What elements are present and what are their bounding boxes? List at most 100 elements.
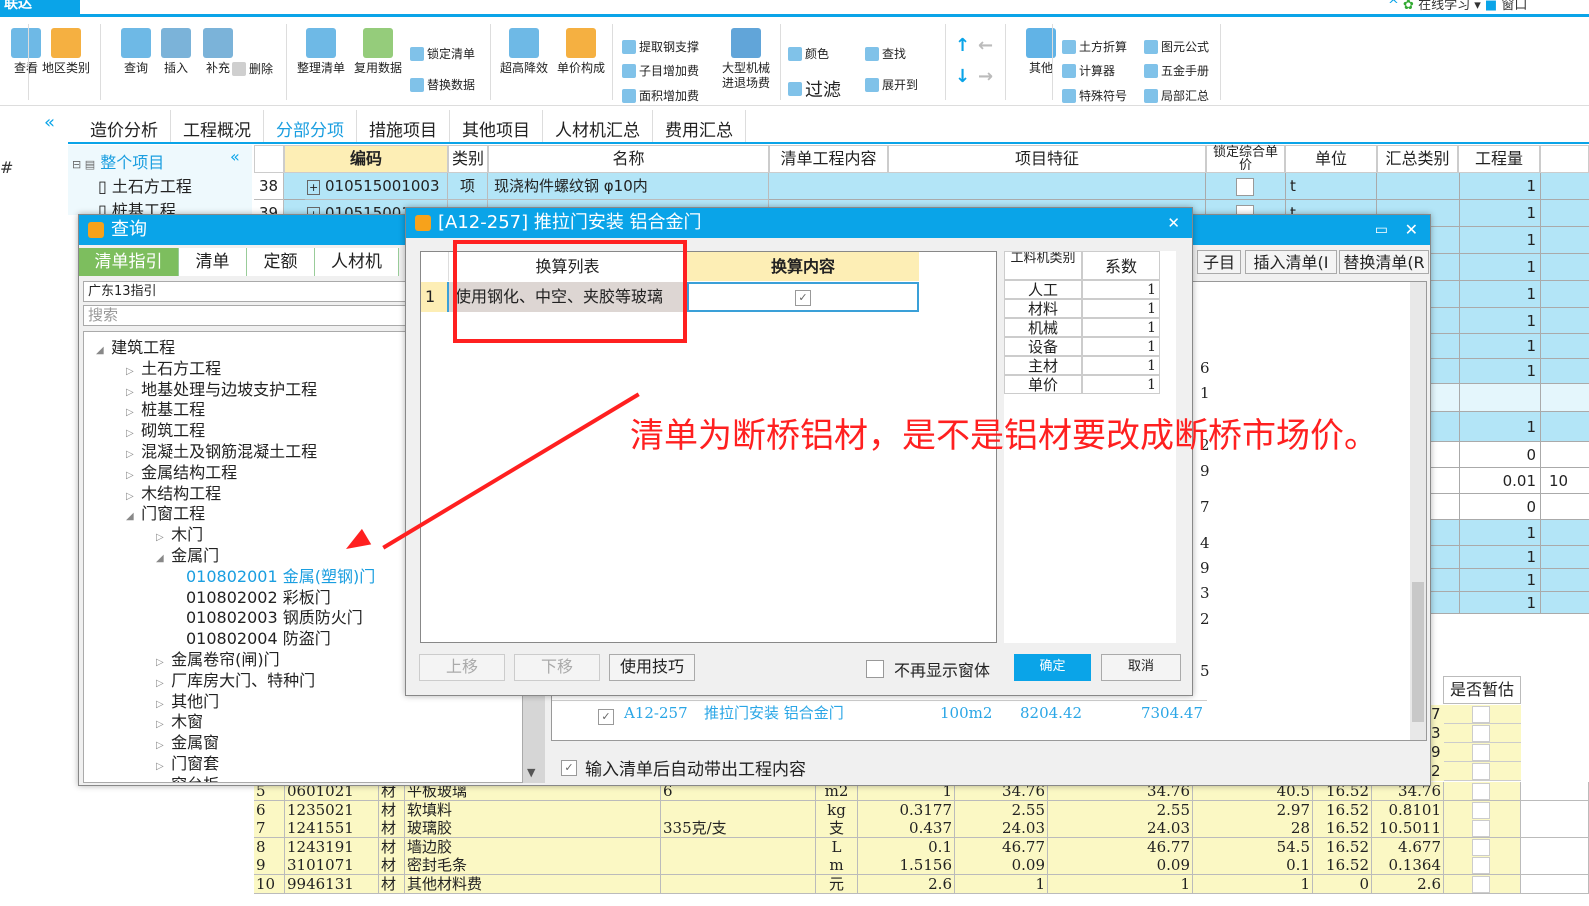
code-cell[interactable]: + 010515001003 [305, 173, 448, 200]
replace-list-button[interactable]: 替换清单(R [1339, 250, 1429, 274]
grid-header-8[interactable]: 工程量 [1458, 145, 1540, 173]
move-down-icon[interactable]: ↓ [955, 66, 970, 87]
cancel-button[interactable]: 取消 [1101, 654, 1181, 681]
ribbon-12-button[interactable]: 提取钢支撑 [622, 38, 699, 55]
scroll-down-icon[interactable]: ▼ [527, 766, 535, 779]
quantity-cell[interactable] [1459, 384, 1541, 412]
no-show-checkbox[interactable] [866, 660, 884, 678]
estimate-checkbox[interactable] [1472, 783, 1490, 800]
tab-quota[interactable]: 定额 [247, 248, 315, 276]
maximize-icon[interactable]: ▭ [1375, 215, 1388, 245]
tab-2[interactable]: 分部分项 [264, 110, 357, 142]
tab-1[interactable]: 工程概况 [171, 110, 264, 142]
ribbon-15-button[interactable]: 大型机械 进退场费 [720, 28, 772, 91]
table-row[interactable]: 10 9946131 材其他材料费元 2.6 1 1 1 0 2.6 [0, 875, 1589, 894]
expand-icon[interactable]: ◢ [156, 553, 166, 564]
scrollbar-thumb[interactable] [1412, 582, 1424, 722]
expand-icon[interactable]: ◢ [126, 511, 136, 522]
ribbon-20-button[interactable]: 其他 [1015, 28, 1067, 76]
move-up-button[interactable]: 上移 [419, 654, 505, 681]
coef-value[interactable]: 1 [1082, 337, 1160, 356]
coef-value[interactable]: 1 [1082, 299, 1160, 318]
quantity-cell[interactable]: 1 [1459, 308, 1541, 334]
estimate-checkbox[interactable] [1472, 744, 1490, 761]
coef-value[interactable]: 1 [1082, 280, 1160, 299]
ribbon-21-button[interactable]: 土方折算 [1062, 38, 1127, 55]
quantity-cell[interactable]: 1 [1459, 227, 1541, 254]
conversion-checkbox[interactable]: ✓ [795, 290, 811, 306]
grid-header--1[interactable] [1540, 145, 1589, 173]
grid-header-2[interactable]: 名称 [488, 145, 769, 173]
tab-list[interactable]: 清单 [179, 248, 247, 276]
auto-content-option[interactable]: ✓ 输入清单后自动带出工程内容 [561, 755, 806, 780]
move-left-icon[interactable]: ← [978, 35, 993, 56]
quantity-cell[interactable]: 0 [1459, 442, 1541, 468]
grid-header-3[interactable]: 清单工程内容 [769, 145, 888, 173]
quantity-cell[interactable]: 1 [1459, 200, 1541, 227]
ok-button[interactable]: 确定 [1014, 654, 1091, 681]
quantity-cell[interactable]: 1 [1459, 254, 1541, 281]
move-up-icon[interactable]: ↑ [955, 35, 970, 56]
ribbon-7-button[interactable]: 复用数据 [352, 28, 404, 76]
coef-value[interactable]: 1 [1082, 318, 1160, 337]
ribbon-19-button[interactable]: 展开到 [865, 76, 918, 93]
app-menu-tab[interactable]: 联达 [0, 0, 80, 17]
estimate-checkbox[interactable] [1472, 801, 1490, 819]
grid-header-4[interactable]: 项目特征 [888, 145, 1206, 173]
tree-node[interactable]: ▷ 窗台板 [156, 771, 219, 783]
tab-3[interactable]: 措施项目 [357, 110, 450, 142]
dialog-title-bar[interactable]: [A12-257] 推拉门安装 铝合金门 ✕ [406, 208, 1192, 238]
close-icon[interactable]: ✕ [1167, 208, 1180, 238]
ribbon-1-button[interactable]: 地区类别 [40, 28, 92, 76]
tab-6[interactable]: 费用汇总 [653, 110, 746, 142]
table-row[interactable]: 7 1241551 材玻璃胶 335克/支支 0.437 24.03 24.03 28 16.5… [0, 819, 1589, 839]
quantity-cell[interactable]: 0 [1459, 494, 1541, 520]
collapse-tree-icon[interactable]: « [230, 147, 240, 166]
estimate-checkbox[interactable] [1472, 725, 1490, 742]
ribbon-13-button[interactable]: 子目增加费 [622, 62, 699, 79]
grid-header-7[interactable]: 汇总类别 [1377, 145, 1458, 173]
table-row[interactable]: 6 1235021 材软填料 kg 0.3177 2.55 2.55 2.97 16.52 0.8… [0, 800, 1589, 820]
window-menu[interactable]: 窗口 [1501, 0, 1527, 13]
ribbon-9-button[interactable]: 替换数据 [410, 76, 475, 93]
subitem-button[interactable]: 子目 [1197, 250, 1241, 274]
quantity-cell[interactable]: 1 [1459, 569, 1541, 592]
quantity-cell[interactable]: 1 [1459, 281, 1541, 308]
collapse-ribbon-icon[interactable]: ^ [1388, 0, 1399, 13]
conversion-item[interactable]: 使用钢化、中空、夹胶等玻璃 [447, 282, 687, 312]
ribbon-16-button[interactable]: 颜色 [788, 45, 829, 62]
ribbon-18-button[interactable]: 过滤 [788, 76, 841, 102]
coef-value[interactable]: 1 [1082, 356, 1160, 375]
tab-resources[interactable]: 人材机 [315, 248, 399, 276]
expand-icon[interactable]: ▷ [156, 782, 166, 783]
quantity-cell[interactable]: 1 [1459, 520, 1541, 546]
grid-header-5[interactable]: 锁定综合单价 [1206, 145, 1285, 173]
tab-4[interactable]: 其他项目 [450, 110, 543, 142]
estimate-checkbox[interactable] [1472, 763, 1490, 780]
ribbon-8-button[interactable]: 锁定清单 [410, 45, 475, 62]
estimate-checkbox[interactable] [1472, 820, 1490, 838]
ribbon-6-button[interactable]: 整理清单 [295, 28, 347, 76]
name-cell[interactable]: 现浇构件螺纹钢 φ10内 [488, 173, 769, 200]
ribbon-22-button[interactable]: 图元公式 [1144, 38, 1209, 55]
estimate-checkbox[interactable] [1472, 706, 1490, 723]
tab-0[interactable]: 造价分析 [78, 110, 171, 142]
quantity-cell[interactable]: 1 [1459, 412, 1541, 442]
move-down-button[interactable]: 下移 [514, 654, 600, 681]
quantity-cell[interactable]: 1 [1459, 546, 1541, 569]
quantity-cell[interactable]: 1 [1459, 592, 1541, 614]
ribbon-25-button[interactable]: 特殊符号 [1062, 87, 1127, 104]
quantity-cell[interactable]: 0.01 [1459, 468, 1541, 494]
ribbon-24-button[interactable]: 五金手册 [1144, 62, 1209, 79]
tree-item-earthwork[interactable]: ▯ 土石方工程 [98, 173, 192, 197]
no-show-option[interactable]: 不再显示窗体 [866, 657, 990, 681]
quantity-cell[interactable]: 1 [1459, 334, 1541, 359]
coef-value[interactable]: 1 [1082, 375, 1160, 394]
list-scrollbar[interactable] [1410, 282, 1426, 740]
ribbon-14-button[interactable]: 面积增加费 [622, 87, 699, 104]
expand-icon[interactable]: ◢ [96, 345, 106, 356]
quota-checkbox[interactable]: ✓ [598, 703, 614, 727]
ribbon-10-button[interactable]: 超高降效 [498, 28, 550, 76]
unit-cell[interactable]: t [1290, 173, 1296, 200]
online-learning-link[interactable]: 在线学习 [1418, 0, 1470, 13]
